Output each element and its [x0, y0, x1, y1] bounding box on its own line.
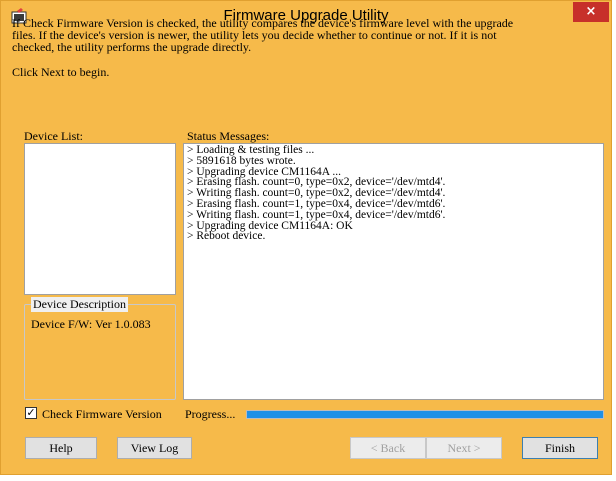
view-log-button[interactable]: View Log [117, 437, 192, 459]
checkmark-icon: ✓ [26, 406, 36, 419]
status-messages-label: Status Messages: [187, 129, 270, 143]
status-messages-box[interactable]: > Loading & testing files ... > 5891618 … [183, 143, 604, 400]
help-button[interactable]: Help [25, 437, 97, 459]
instruction-line: checked, the utility performs the upgrad… [12, 40, 252, 54]
device-description-group: Device Description Device F/W: Ver 1.0.0… [24, 297, 176, 400]
finish-button[interactable]: Finish [522, 437, 598, 459]
start-instruction: Click Next to begin. [12, 65, 110, 79]
progress-bar [246, 410, 604, 419]
progress-bar-fill [247, 411, 603, 418]
device-list-label: Device List: [24, 129, 83, 143]
check-firmware-label[interactable]: Check Firmware Version [42, 407, 162, 422]
device-description-label: Device Description [31, 297, 128, 312]
status-line: > Writing flash. count=1, type=0x4, devi… [187, 208, 446, 221]
progress-label: Progress... [185, 407, 236, 421]
status-line: > 5891618 bytes wrote. [187, 154, 296, 167]
back-button[interactable]: < Back [350, 437, 426, 459]
check-firmware-checkbox[interactable]: ✓ [25, 407, 37, 419]
status-line: > Reboot device. [187, 230, 266, 243]
next-button[interactable]: Next > [426, 437, 502, 459]
device-firmware-version: Device F/W: Ver 1.0.083 [31, 317, 151, 331]
instructions-text: If Check Firmware Version is checked, th… [12, 17, 606, 78]
device-list[interactable] [24, 143, 176, 295]
